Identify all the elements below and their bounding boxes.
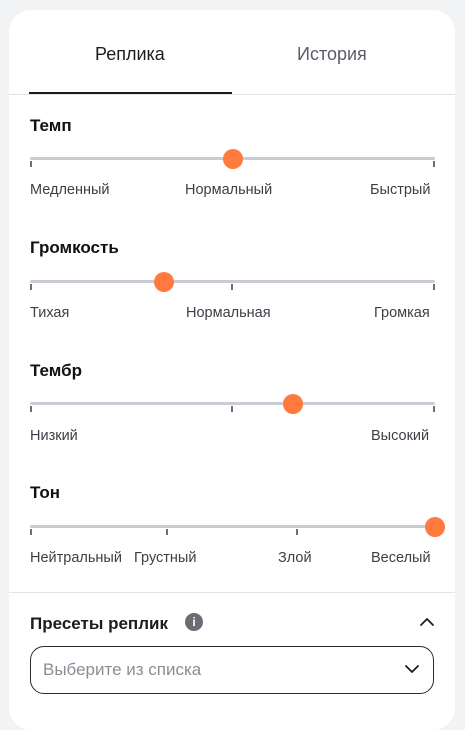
timbre-tick: [231, 406, 233, 412]
tab-bar: Реплика История: [9, 10, 455, 95]
tempo-title: Темп: [30, 116, 72, 135]
tone-slider-handle[interactable]: [425, 517, 445, 537]
chevron-down-icon: [405, 665, 419, 673]
timbre-slider-track[interactable]: [30, 402, 435, 405]
tab-replica[interactable]: Реплика: [95, 44, 165, 65]
tone-label-sad: Грустный: [134, 550, 197, 566]
tempo-tick: [433, 161, 435, 167]
timbre-slider-handle[interactable]: [283, 394, 304, 414]
timbre-title: Тембр: [30, 361, 83, 380]
tone-tick: [30, 529, 32, 535]
section-divider: [9, 592, 455, 593]
tempo-label-fast: Быстрый: [370, 182, 431, 198]
tone-tick: [166, 529, 168, 535]
timbre-label-low: Низкий: [30, 428, 78, 444]
tone-label-angry: Злой: [278, 550, 312, 566]
volume-label-normal: Нормальная: [186, 305, 271, 321]
chevron-up-icon[interactable]: [418, 615, 436, 629]
tone-label-cheerful: Веселый: [371, 550, 431, 566]
volume-slider-track[interactable]: [30, 280, 435, 283]
tab-history[interactable]: История: [297, 44, 367, 65]
tabs-divider: [9, 94, 455, 95]
volume-tick: [433, 284, 435, 290]
voice-settings-panel: Реплика История Темп Медленный Нормальны…: [9, 10, 455, 730]
tempo-label-slow: Медленный: [30, 182, 110, 198]
tempo-tick: [30, 161, 32, 167]
tone-title: Тон: [30, 483, 60, 502]
tone-slider-track[interactable]: [30, 525, 435, 528]
timbre-tick: [433, 406, 435, 412]
presets-title: Пресеты реплик: [30, 614, 168, 633]
timbre-tick: [30, 406, 32, 412]
volume-label-quiet: Тихая: [30, 305, 70, 321]
volume-tick: [231, 284, 233, 290]
volume-title: Громкость: [30, 238, 119, 257]
presets-select-placeholder: Выберите из списка: [43, 660, 202, 679]
info-icon[interactable]: i: [185, 613, 203, 631]
timbre-label-high: Высокий: [371, 428, 430, 444]
volume-label-loud: Громкая: [374, 305, 430, 321]
tempo-label-normal: Нормальный: [185, 182, 273, 198]
tone-label-neutral: Нейтральный: [30, 550, 122, 566]
presets-select[interactable]: Выберите из списка: [30, 646, 434, 694]
volume-slider-handle[interactable]: [153, 272, 174, 292]
tempo-slider-handle[interactable]: [222, 149, 243, 169]
tone-tick: [296, 529, 298, 535]
volume-tick: [30, 284, 32, 290]
